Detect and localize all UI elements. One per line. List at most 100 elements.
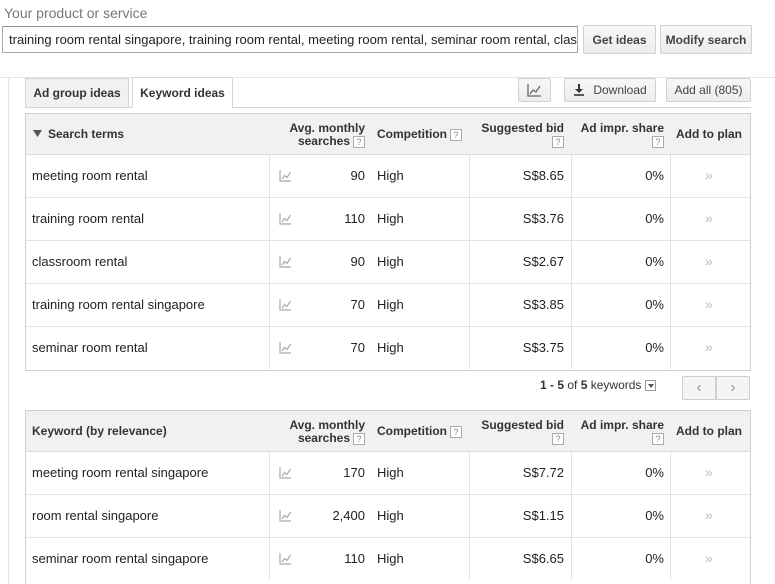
- column-divider: [670, 452, 671, 494]
- search-terms-body: meeting room rental 90 High S$8.65 0% » …: [26, 155, 750, 370]
- help-icon[interactable]: ?: [353, 432, 365, 445]
- modify-search-button[interactable]: Modify search: [660, 25, 752, 54]
- col-bid-label: Suggested bid: [481, 418, 564, 432]
- keyword-ideas-body: meeting room rental singapore 170 High S…: [26, 452, 750, 584]
- trend-chart-icon[interactable]: [279, 256, 292, 268]
- add-to-plan-icon[interactable]: »: [705, 327, 715, 369]
- table-row: training room rental singapore 70 High S…: [26, 284, 750, 327]
- column-divider: [469, 241, 470, 283]
- page-size-dropdown-icon[interactable]: [645, 379, 657, 391]
- column-divider: [469, 538, 470, 580]
- help-icon[interactable]: ?: [450, 128, 462, 141]
- add-to-plan-icon[interactable]: »: [705, 198, 715, 240]
- column-divider: [469, 284, 470, 326]
- sort-triangle-icon[interactable]: [33, 130, 42, 137]
- col-competition-label: Competition: [377, 127, 447, 141]
- column-divider: [571, 284, 572, 326]
- col-ad-impr-share[interactable]: Ad impr. share ?: [574, 122, 664, 148]
- table-row: classroom rental 90 High S$2.67 0% »: [26, 241, 750, 284]
- bid-cell: S$1.15: [522, 508, 564, 523]
- competition-cell: High: [377, 551, 404, 566]
- col-add-to-plan: Add to plan: [676, 424, 742, 438]
- trend-chart-icon[interactable]: [279, 213, 292, 225]
- add-to-plan-icon[interactable]: »: [705, 241, 715, 283]
- competition-cell: High: [377, 211, 404, 226]
- impr-share-cell: 0%: [645, 508, 664, 523]
- column-divider: [571, 155, 572, 197]
- searches-cell: 90: [350, 168, 365, 183]
- add-to-plan-icon[interactable]: »: [705, 155, 715, 197]
- column-divider: [269, 495, 270, 537]
- next-page-button[interactable]: ›: [716, 376, 750, 400]
- col-competition[interactable]: Competition?: [377, 128, 462, 141]
- chevron-right-icon: ›: [730, 379, 736, 396]
- col-bid-label: Suggested bid: [481, 121, 564, 135]
- trend-chart-icon[interactable]: [279, 299, 292, 311]
- keyword-cell: meeting room rental singapore: [32, 465, 209, 480]
- bid-cell: S$6.65: [522, 551, 564, 566]
- col-competition[interactable]: Competition?: [377, 425, 462, 438]
- column-divider: [269, 538, 270, 580]
- download-button[interactable]: Download: [564, 78, 656, 102]
- bid-cell: S$2.67: [522, 254, 564, 269]
- add-to-plan-icon[interactable]: »: [705, 538, 715, 580]
- column-divider: [469, 155, 470, 197]
- search-terms-table: Search terms Avg. monthly searches? Comp…: [25, 113, 751, 371]
- trend-chart-icon[interactable]: [279, 467, 292, 479]
- add-to-plan-icon[interactable]: »: [705, 284, 715, 326]
- table-row: seminar room rental 70 High S$3.75 0% »: [26, 327, 750, 370]
- trend-chart-icon[interactable]: [279, 342, 292, 354]
- help-icon[interactable]: ?: [552, 432, 564, 445]
- col-suggested-bid[interactable]: Suggested bid ?: [474, 419, 564, 445]
- searches-cell: 70: [350, 297, 365, 312]
- pagination-summary: 1 - 5 of 5 keywords: [540, 378, 657, 392]
- get-ideas-button[interactable]: Get ideas: [583, 25, 656, 54]
- trend-chart-icon[interactable]: [279, 553, 292, 565]
- table-row: seminar room rental singapore 110 High S…: [26, 538, 750, 581]
- keyword-ideas-header: Keyword (by relevance) Avg. monthly sear…: [26, 411, 750, 452]
- add-to-plan-icon[interactable]: »: [705, 452, 715, 494]
- add-to-plan-icon[interactable]: »: [705, 495, 715, 537]
- bid-cell: S$3.75: [522, 340, 564, 355]
- help-icon[interactable]: ?: [652, 432, 664, 445]
- searches-cell: 70: [350, 340, 365, 355]
- impr-share-cell: 0%: [645, 254, 664, 269]
- add-all-button[interactable]: Add all (805): [666, 78, 751, 102]
- prev-page-button[interactable]: ‹: [682, 376, 716, 400]
- column-divider: [269, 327, 270, 369]
- keyword-cell: training room rental: [32, 211, 144, 226]
- trend-chart-icon[interactable]: [279, 170, 292, 182]
- impr-share-cell: 0%: [645, 340, 664, 355]
- trend-chart-icon: [527, 83, 541, 97]
- trend-chart-icon[interactable]: [279, 510, 292, 522]
- page-unit: keywords: [590, 378, 642, 392]
- help-icon[interactable]: ?: [353, 135, 365, 148]
- keyword-cell: seminar room rental: [32, 340, 148, 355]
- keyword-cell: seminar room rental singapore: [32, 551, 209, 566]
- col-search-terms[interactable]: Search terms: [48, 128, 124, 141]
- product-search-input[interactable]: training room rental singapore, training…: [2, 26, 578, 53]
- search-terms-header: Search terms Avg. monthly searches? Comp…: [26, 114, 750, 155]
- col-avg-searches[interactable]: Avg. monthly searches?: [281, 419, 365, 445]
- keyword-cell: classroom rental: [32, 254, 128, 269]
- bid-cell: S$3.76: [522, 211, 564, 226]
- keyword-ideas-table: Keyword (by relevance) Avg. monthly sear…: [25, 410, 751, 584]
- download-icon: [574, 84, 585, 96]
- page-of: of: [567, 378, 578, 392]
- competition-cell: High: [377, 508, 404, 523]
- help-icon[interactable]: ?: [450, 425, 462, 438]
- tab-ad-group-ideas[interactable]: Ad group ideas: [25, 78, 129, 107]
- col-avg-searches[interactable]: Avg. monthly searches?: [281, 122, 365, 148]
- chart-toggle-button[interactable]: [518, 78, 551, 102]
- help-icon[interactable]: ?: [552, 135, 564, 148]
- tab-keyword-ideas[interactable]: Keyword ideas: [132, 77, 233, 108]
- column-divider: [571, 495, 572, 537]
- col-ad-impr-share[interactable]: Ad impr. share ?: [574, 419, 664, 445]
- column-divider: [269, 284, 270, 326]
- left-divider: [8, 78, 9, 584]
- col-suggested-bid[interactable]: Suggested bid ?: [474, 122, 564, 148]
- searches-cell: 90: [350, 254, 365, 269]
- column-divider: [269, 452, 270, 494]
- col-keyword-relevance[interactable]: Keyword (by relevance): [32, 425, 167, 438]
- help-icon[interactable]: ?: [652, 135, 664, 148]
